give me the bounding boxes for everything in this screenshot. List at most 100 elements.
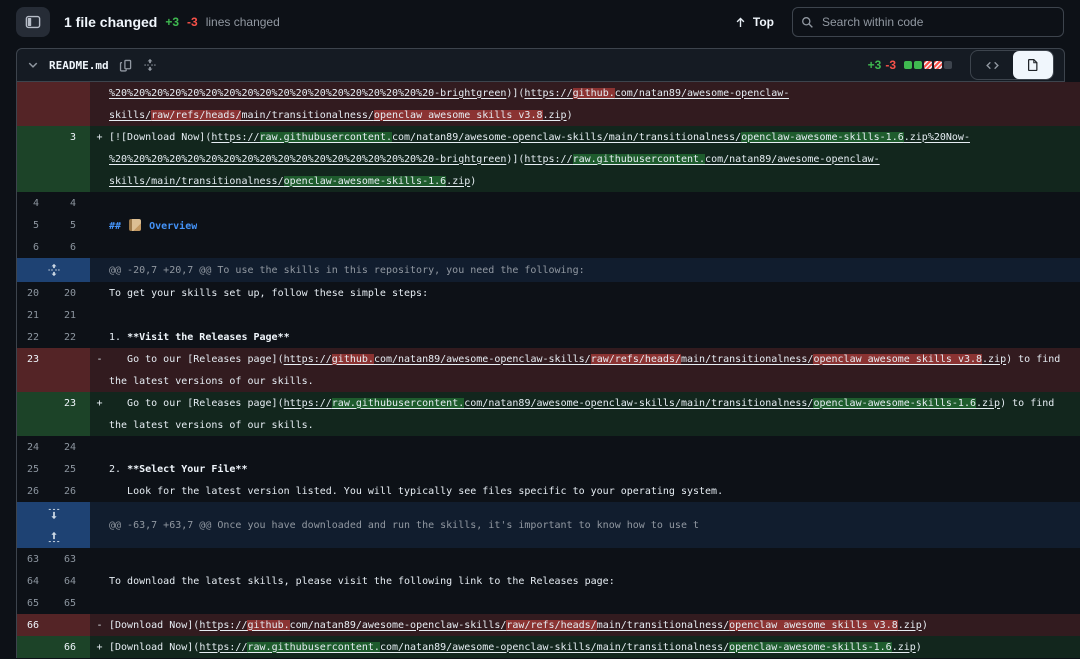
old-line-number[interactable]: 66 [17, 620, 53, 631]
old-line-number[interactable]: 64 [17, 576, 53, 587]
new-line-number[interactable]: 24 [53, 442, 90, 453]
url-link[interactable]: .zip [898, 620, 922, 631]
url-link[interactable]: .zip [982, 354, 1006, 365]
url-link[interactable]: openclaw_awesome_skills_v3.8 [729, 619, 898, 631]
rendered-file-view-button[interactable] [1013, 51, 1053, 79]
expand-hunk-button[interactable] [17, 258, 90, 282]
url-link[interactable]: raw/refs/heads/ [506, 619, 597, 631]
collapse-file-chevron-down-icon[interactable] [27, 59, 39, 71]
url-link[interactable]: raw.githubusercontent. [331, 397, 465, 409]
url-link[interactable]: openclaw_awesome_skills_v3.8 [373, 109, 543, 121]
url-link[interactable]: github. [331, 353, 374, 365]
url-link[interactable]: com/natan89/awesome-openclaw- [705, 154, 880, 165]
hunk-expand-gutter [17, 502, 90, 548]
new-line-number[interactable]: 22 [53, 332, 90, 343]
code-text: [Download Now]( [109, 619, 200, 631]
old-line-number[interactable]: 63 [17, 554, 53, 565]
old-line-number[interactable]: 22 [17, 332, 53, 343]
url-link[interactable]: openclaw-awesome-skills-1.6 [813, 397, 976, 409]
copy-file-path-button[interactable] [119, 58, 133, 72]
url-link[interactable]: raw.githubusercontent. [572, 153, 706, 165]
url-link[interactable]: https:// [199, 620, 247, 631]
url-link[interactable]: main/transitionalness/ [597, 620, 729, 631]
url-link[interactable]: %20%20%20%20%20%20%20%20%20%20%20%20%20%… [109, 154, 506, 165]
new-line-number[interactable]: 6 [53, 242, 90, 253]
url-link[interactable]: https:// [211, 132, 259, 143]
url-link[interactable]: https:// [284, 398, 332, 409]
new-line-number[interactable]: 63 [53, 554, 90, 565]
diff-row-del: 23 - Go to our [Releases page](https://gi… [17, 348, 1080, 370]
url-link[interactable]: com/natan89/awesome-openclaw-skills/ [290, 620, 507, 631]
diff-row-add: 3 + [![Download Now](https://raw.githubuse… [17, 126, 1080, 148]
line-number-gutter: 66 [17, 236, 90, 258]
url-link[interactable]: raw.githubusercontent. [259, 131, 392, 143]
new-line-number[interactable]: 26 [53, 486, 90, 497]
scroll-to-top-button[interactable]: Top [734, 15, 774, 29]
source-code-view-button[interactable] [971, 51, 1013, 79]
url-link[interactable]: com/natan89/awesome-openclaw- [615, 88, 790, 99]
url-link[interactable]: com/natan89/awesome-openclaw-skills/main… [392, 132, 741, 143]
diff-square-deleted [924, 61, 932, 69]
url-link[interactable]: github. [247, 619, 290, 631]
search-input[interactable] [820, 14, 1055, 30]
url-link[interactable]: .zip [446, 176, 470, 187]
old-line-number[interactable]: 5 [17, 220, 53, 231]
url-link[interactable]: raw.githubusercontent. [247, 641, 380, 653]
diff-row-add: %20%20%20%20%20%20%20%20%20%20%20%20%20%… [17, 148, 1080, 170]
url-link[interactable]: skills/main/transitionalness/ [109, 176, 284, 187]
new-line-number[interactable]: 5 [53, 220, 90, 231]
url-link[interactable]: https:// [524, 154, 572, 165]
new-line-number[interactable]: 4 [53, 198, 90, 209]
search-within-code-field[interactable] [792, 7, 1064, 37]
new-line-number[interactable]: 25 [53, 464, 90, 475]
new-line-number[interactable]: 20 [53, 288, 90, 299]
url-link[interactable]: raw/refs/heads/ [151, 109, 242, 121]
expand-all-hunks-button[interactable] [143, 58, 157, 72]
old-line-number[interactable]: 65 [17, 598, 53, 609]
url-link[interactable]: .zip [543, 110, 567, 121]
code-text: the latest versions of our skills. [109, 375, 314, 387]
code-line: [Download Now](https://raw.githubusercon… [109, 641, 922, 653]
old-line-number[interactable]: 23 [17, 354, 53, 365]
line-number-gutter: 24 24 [17, 436, 90, 458]
old-line-number[interactable]: 26 [17, 486, 53, 497]
url-link[interactable]: https:// [199, 642, 247, 653]
new-line-number[interactable]: 66 [53, 642, 90, 653]
url-link[interactable]: com/natan89/awesome-openclaw-skills/main… [464, 398, 813, 409]
new-line-number[interactable]: 3 [53, 132, 90, 143]
old-line-number[interactable]: 6 [17, 242, 53, 253]
new-line-number[interactable]: 64 [53, 576, 90, 587]
old-line-number[interactable]: 25 [17, 464, 53, 475]
old-line-number[interactable]: 21 [17, 310, 53, 321]
url-link[interactable]: .zip%20Now- [904, 132, 970, 143]
url-link[interactable]: .zip [892, 642, 916, 653]
url-link[interactable]: https:// [284, 354, 332, 365]
url-link[interactable]: openclaw-awesome-skills-1.6 [741, 131, 904, 143]
line-number-gutter: 66 [17, 636, 90, 658]
diff-row-del: 66 - [Download Now](https://github.com/nat… [17, 614, 1080, 636]
url-link[interactable]: main/transitionalness/ [681, 354, 813, 365]
new-line-number[interactable]: 23 [53, 398, 90, 409]
url-link[interactable]: https:// [524, 88, 572, 99]
url-link[interactable]: github. [572, 87, 615, 99]
url-link[interactable]: %20%20%20%20%20%20%20%20%20%20%20%20%20%… [109, 88, 506, 99]
line-number-gutter: 3 [17, 126, 90, 148]
expand-down-button[interactable] [17, 502, 90, 525]
url-link[interactable]: com/natan89/awesome-openclaw-skills/main… [380, 642, 729, 653]
sidebar-toggle-button[interactable] [16, 7, 50, 37]
url-link[interactable]: openclaw-awesome-skills-1.6 [729, 641, 892, 653]
code-text: Look for the latest version listed. You … [109, 485, 724, 497]
url-link[interactable]: com/natan89/awesome-openclaw-skills/ [374, 354, 591, 365]
expand-up-button[interactable] [17, 525, 90, 548]
url-link[interactable]: skills/ [109, 110, 151, 121]
url-link[interactable]: .zip [976, 398, 1000, 409]
url-link[interactable]: raw/refs/heads/ [590, 353, 681, 365]
new-line-number[interactable]: 21 [53, 310, 90, 321]
old-line-number[interactable]: 20 [17, 288, 53, 299]
url-link[interactable]: openclaw_awesome_skills_v3.8 [813, 353, 983, 365]
url-link[interactable]: main/transitionalness/ [241, 110, 373, 121]
new-line-number[interactable]: 65 [53, 598, 90, 609]
url-link[interactable]: openclaw-awesome-skills-1.6 [283, 175, 447, 187]
old-line-number[interactable]: 24 [17, 442, 53, 453]
old-line-number[interactable]: 4 [17, 198, 53, 209]
